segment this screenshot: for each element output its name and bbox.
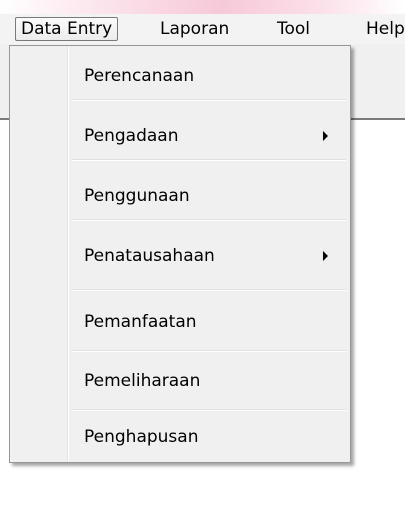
menu-item-penatausahaan[interactable]: Penatausahaan bbox=[10, 234, 350, 278]
menu-separator bbox=[72, 219, 346, 221]
menu-item-penghapusan[interactable]: Penghapusan bbox=[10, 415, 350, 459]
menu-item-pengadaan[interactable]: Pengadaan bbox=[10, 114, 350, 158]
menu-data-entry[interactable]: Data Entry bbox=[15, 17, 119, 41]
menu-item-label: Penatausahaan bbox=[84, 246, 215, 266]
background-strip bbox=[0, 0, 405, 14]
menu-help[interactable]: Help bbox=[366, 17, 405, 41]
menu-item-pemanfaatan[interactable]: Pemanfaatan bbox=[10, 300, 350, 344]
menu-laporan[interactable]: Laporan bbox=[160, 17, 229, 41]
menu-item-pemeliharaan[interactable]: Pemeliharaan bbox=[10, 359, 350, 403]
menu-separator bbox=[72, 409, 346, 411]
menu-separator bbox=[72, 289, 346, 291]
submenu-arrow-icon bbox=[323, 131, 328, 141]
menu-item-label: Penggunaan bbox=[84, 186, 190, 206]
menu-bar: Data Entry Laporan Tool Help bbox=[0, 14, 405, 44]
submenu-arrow-icon bbox=[323, 251, 328, 261]
menu-item-label: Penghapusan bbox=[84, 427, 199, 447]
menu-item-label: Pemeliharaan bbox=[84, 371, 201, 391]
data-entry-dropdown: Perencanaan Pengadaan Penggunaan Penatau… bbox=[9, 45, 351, 463]
menu-item-perencanaan[interactable]: Perencanaan bbox=[10, 54, 350, 98]
menu-separator bbox=[72, 99, 346, 101]
menu-item-label: Pemanfaatan bbox=[84, 312, 197, 332]
menu-separator bbox=[72, 350, 346, 352]
menu-tool[interactable]: Tool bbox=[277, 17, 310, 41]
menu-separator bbox=[72, 159, 346, 161]
menu-item-label: Perencanaan bbox=[84, 66, 195, 86]
menu-item-label: Pengadaan bbox=[84, 126, 179, 146]
menu-item-penggunaan[interactable]: Penggunaan bbox=[10, 174, 350, 218]
